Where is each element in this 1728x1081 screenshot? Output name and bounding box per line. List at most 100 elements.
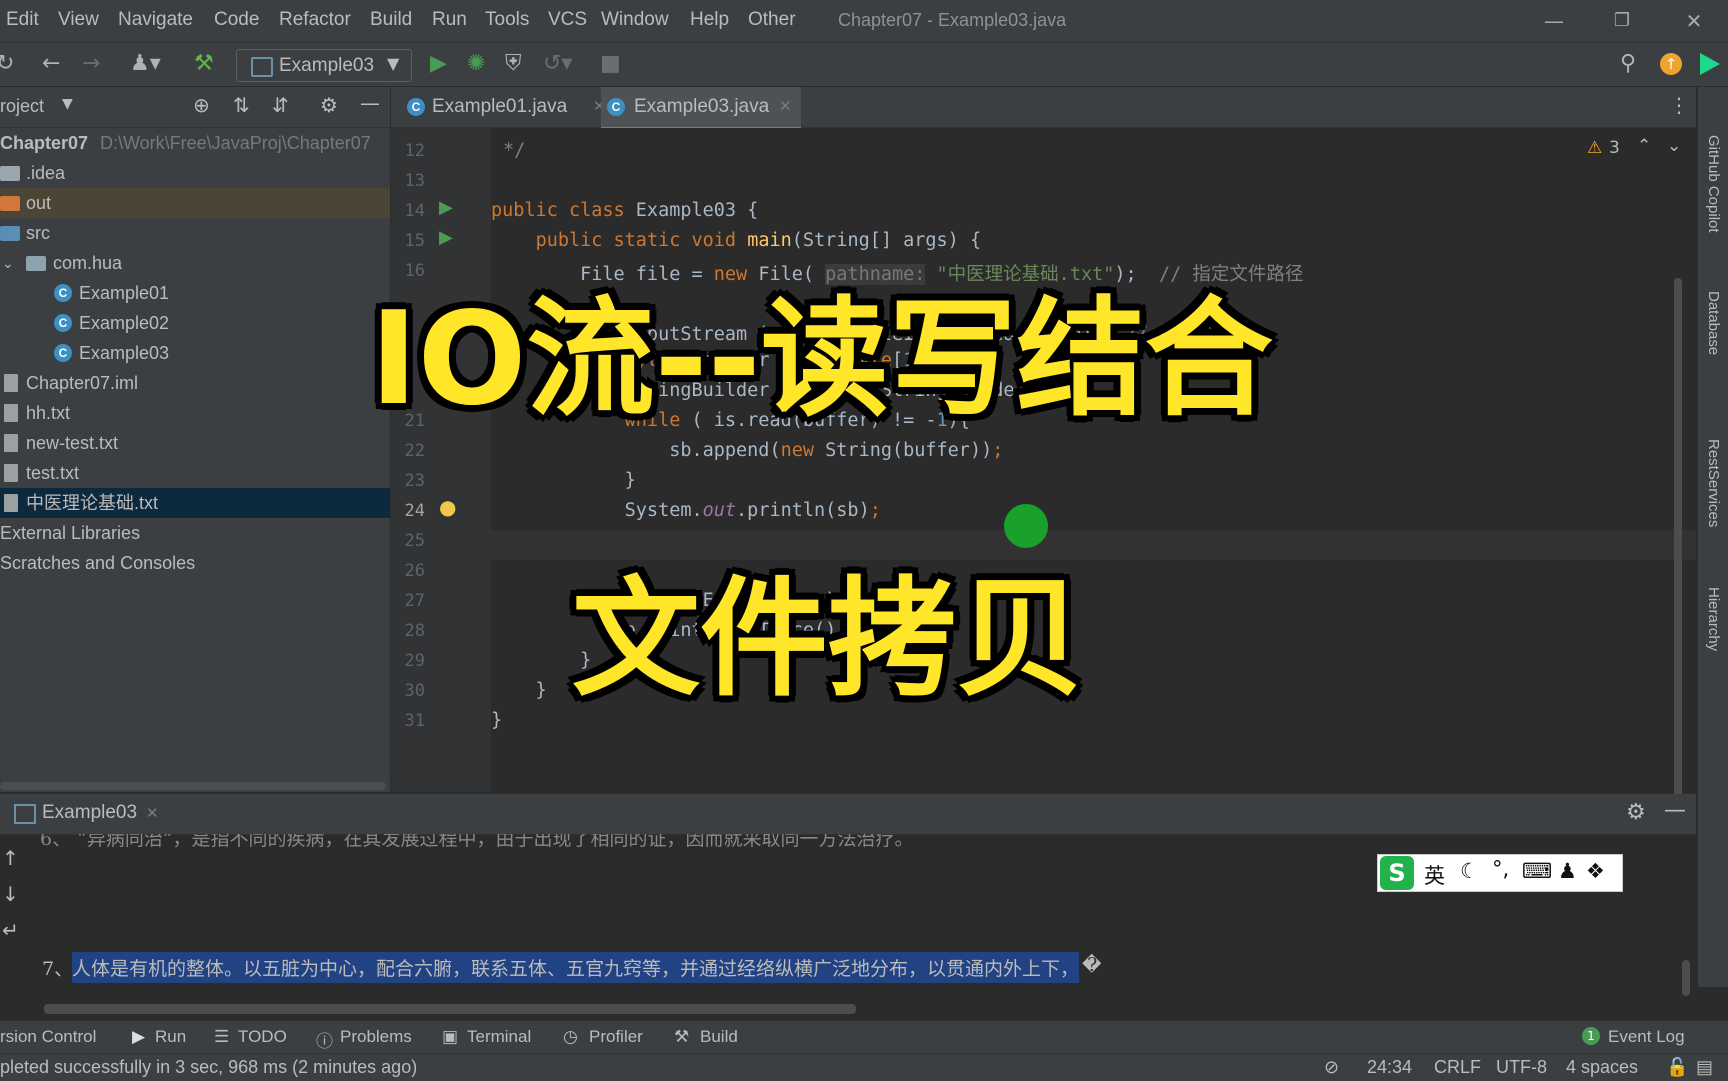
warnings-count[interactable]: 3 bbox=[1609, 138, 1620, 158]
run-gutter-icon[interactable]: ▶ bbox=[439, 227, 453, 248]
tree-item-external-libraries[interactable]: External Libraries bbox=[0, 518, 390, 548]
indent-setting[interactable]: 4 spaces bbox=[1566, 1057, 1638, 1078]
tree-item-example01[interactable]: C Example01 bbox=[0, 278, 390, 308]
update-icon[interactable]: ↑ bbox=[1660, 53, 1682, 75]
ime-lang[interactable]: 英 bbox=[1424, 860, 1445, 890]
run-icon[interactable]: ▶ bbox=[430, 51, 447, 77]
chevron-down-icon[interactable]: ⌄ bbox=[1667, 136, 1681, 156]
soft-wrap-icon[interactable]: ↵ bbox=[2, 918, 19, 942]
keyboard-icon[interactable]: ⌨ bbox=[1522, 859, 1552, 883]
tree-item-test[interactable]: test.txt bbox=[0, 458, 390, 488]
tree-item-package[interactable]: ⌄ com.hua bbox=[0, 248, 390, 278]
tree-item-example02[interactable]: C Example02 bbox=[0, 308, 390, 338]
console-vertical-scrollbar[interactable] bbox=[1682, 960, 1690, 996]
hide-icon[interactable]: — bbox=[1664, 798, 1686, 823]
menu-tools[interactable]: Tools bbox=[485, 9, 529, 31]
minimize-icon[interactable]: — bbox=[1532, 6, 1576, 36]
menu-other[interactable]: Other bbox=[748, 9, 796, 31]
coverage-icon[interactable]: ⛨ bbox=[505, 51, 522, 77]
line-separator[interactable]: CRLF bbox=[1434, 1057, 1481, 1078]
menu-edit[interactable]: Edit bbox=[6, 9, 39, 31]
tab-example01[interactable]: C Example01.java ✕ bbox=[407, 87, 606, 127]
jetbrains-toolbox-icon[interactable] bbox=[1700, 53, 1720, 75]
database-tab[interactable]: Database bbox=[1705, 291, 1722, 355]
back-arrow-icon[interactable]: ← bbox=[42, 51, 60, 77]
run-tab-label[interactable]: Example03 bbox=[42, 802, 137, 824]
menu-vcs[interactable]: VCS bbox=[548, 9, 587, 31]
tab-example03[interactable]: C Example03.java ✕ bbox=[601, 87, 801, 130]
file-encoding[interactable]: UTF-8 bbox=[1496, 1057, 1547, 1078]
warning-icon[interactable]: ⚠ bbox=[1587, 138, 1602, 158]
gear-icon[interactable]: ⚙ bbox=[320, 93, 338, 117]
user-icon[interactable]: ♟ bbox=[1558, 859, 1577, 883]
tree-item-new-test[interactable]: new-test.txt bbox=[0, 428, 390, 458]
chevron-up-icon[interactable]: ⌃ bbox=[1637, 136, 1651, 156]
menu-run[interactable]: Run bbox=[432, 9, 467, 31]
menu-view[interactable]: View bbox=[58, 9, 99, 31]
menu-help[interactable]: Help bbox=[690, 9, 729, 31]
tab-build[interactable]: Build bbox=[700, 1027, 738, 1047]
tree-item-hh[interactable]: hh.txt bbox=[0, 398, 390, 428]
hide-icon[interactable]: — bbox=[360, 91, 380, 115]
run-config-select[interactable]: Example03 ▼ bbox=[236, 49, 412, 82]
arrow-up-icon[interactable]: ↑ bbox=[2, 846, 19, 870]
expand-all-icon[interactable]: ⇅ bbox=[233, 93, 250, 117]
restore-icon[interactable]: ❐ bbox=[1600, 6, 1644, 36]
tab-event-log[interactable]: Event Log bbox=[1608, 1027, 1685, 1047]
stop-icon[interactable]: ■ bbox=[600, 51, 621, 77]
tree-item-iml[interactable]: Chapter07.iml bbox=[0, 368, 390, 398]
menu-code[interactable]: Code bbox=[214, 9, 259, 31]
tab-run[interactable]: Run bbox=[155, 1027, 186, 1047]
chevron-down-icon[interactable]: ▼ bbox=[62, 96, 73, 112]
project-view-label[interactable]: roject bbox=[0, 96, 44, 117]
tree-item-idea[interactable]: .idea bbox=[0, 158, 390, 188]
menu-refactor[interactable]: Refactor bbox=[279, 9, 351, 31]
search-icon[interactable]: ⚲ bbox=[1620, 51, 1636, 77]
lock-icon[interactable]: 🔓 bbox=[1666, 1057, 1688, 1078]
sync-icon[interactable]: ↻ bbox=[0, 51, 14, 77]
close-tab-icon[interactable]: ✕ bbox=[146, 804, 159, 822]
forward-arrow-icon[interactable]: → bbox=[82, 51, 100, 77]
github-copilot-tab[interactable]: GitHub Copilot bbox=[1705, 135, 1722, 233]
run-gutter-icon[interactable]: ▶ bbox=[439, 197, 453, 218]
collapse-all-icon[interactable]: ⇵ bbox=[272, 93, 289, 117]
user-icon[interactable]: ♟▾ bbox=[130, 51, 161, 77]
locate-icon[interactable]: ⊕ bbox=[193, 93, 210, 117]
menu-build[interactable]: Build bbox=[370, 9, 412, 31]
console-selected-text[interactable]: 人体是有机的整体。以五脏为中心，配合六腑，联系五体、五官九窍等，并通过经络纵横广… bbox=[72, 952, 1080, 983]
tree-root[interactable]: Chapter07 D:\Work\Free\JavaProj\Chapter0… bbox=[0, 128, 390, 158]
vertical-scrollbar[interactable] bbox=[1674, 278, 1682, 818]
close-tab-icon[interactable]: ✕ bbox=[779, 87, 792, 127]
memory-icon[interactable]: ▤ bbox=[1696, 1057, 1713, 1078]
tree-item-scratches[interactable]: Scratches and Consoles bbox=[0, 548, 390, 578]
tab-profiler[interactable]: Profiler bbox=[589, 1027, 643, 1047]
menu-navigate[interactable]: Navigate bbox=[118, 9, 193, 31]
punctuation-icon[interactable]: °, bbox=[1492, 857, 1509, 881]
console-horizontal-scrollbar[interactable] bbox=[44, 1004, 856, 1014]
lightbulb-icon[interactable]: ● bbox=[439, 495, 456, 519]
rest-services-tab[interactable]: RestServices bbox=[1705, 439, 1722, 527]
tree-item-example03[interactable]: C Example03 bbox=[0, 338, 390, 368]
moon-icon[interactable]: ☾ bbox=[1460, 859, 1479, 883]
gear-icon[interactable]: ⚙ bbox=[1626, 800, 1646, 825]
tab-problems[interactable]: Problems bbox=[340, 1027, 412, 1047]
close-icon[interactable]: ✕ bbox=[1672, 6, 1716, 36]
tree-item-zhongyi[interactable]: 中医理论基础.txt bbox=[0, 488, 390, 518]
tab-version-control[interactable]: rsion Control bbox=[0, 1027, 96, 1047]
build-hammer-icon[interactable]: ⚒ bbox=[194, 51, 214, 77]
debug-bug-icon[interactable]: ✺ bbox=[467, 51, 485, 77]
tree-item-src[interactable]: src bbox=[0, 218, 390, 248]
ime-toolbar[interactable]: S 英 ☾ °, ⌨ ♟ ❖ bbox=[1377, 854, 1623, 892]
more-options-icon[interactable]: ⋮ bbox=[1669, 93, 1689, 117]
menu-window[interactable]: Window bbox=[601, 9, 669, 31]
tree-item-out[interactable]: out bbox=[0, 188, 390, 218]
tab-todo[interactable]: TODO bbox=[238, 1027, 287, 1047]
arrow-down-icon[interactable]: ↓ bbox=[2, 882, 19, 906]
hierarchy-tab[interactable]: Hierarchy bbox=[1705, 587, 1722, 651]
no-tracking-icon[interactable]: ⊘ bbox=[1324, 1057, 1339, 1078]
horizontal-scrollbar[interactable] bbox=[0, 782, 386, 790]
caret-position[interactable]: 24:34 bbox=[1367, 1057, 1412, 1078]
profile-icon[interactable]: ↺▾ bbox=[543, 51, 572, 77]
apps-grid-icon[interactable]: ❖ bbox=[1586, 859, 1605, 883]
tab-terminal[interactable]: Terminal bbox=[467, 1027, 531, 1047]
